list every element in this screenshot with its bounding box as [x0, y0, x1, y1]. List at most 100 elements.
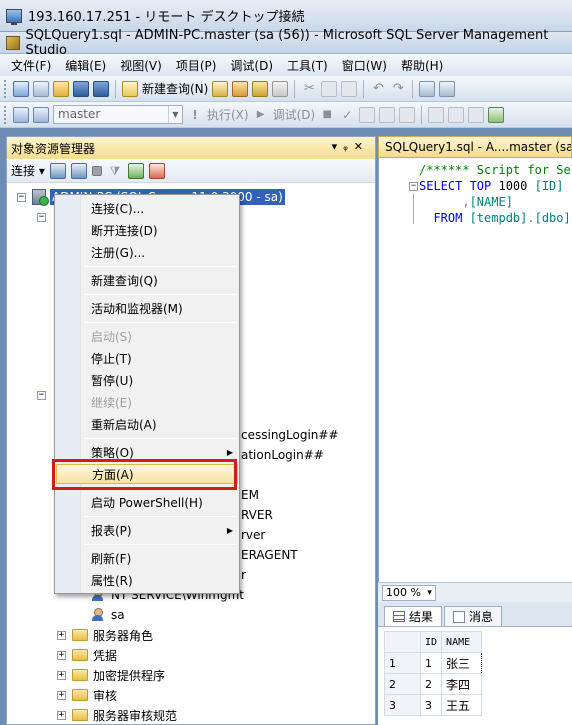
sql-editor[interactable]: − /****** Script for SelectTopNRows comm… — [378, 158, 572, 582]
paste-icon[interactable] — [341, 80, 358, 97]
change-connection-icon[interactable] — [33, 106, 49, 123]
menu-item-properties[interactable]: 属性(R) — [83, 571, 237, 591]
tree-login-sa[interactable]: sa — [91, 605, 125, 625]
tree-login-partial[interactable]: r — [241, 565, 246, 585]
filter-icon[interactable]: ⧩ — [107, 163, 123, 179]
tree-server-roles-node[interactable]: + 服务器角色 — [57, 625, 153, 645]
tab-messages[interactable]: 消息 — [444, 606, 503, 626]
query-designer-icon[interactable] — [379, 106, 396, 123]
menu-item-resume[interactable]: 继续(E) — [83, 393, 237, 413]
menu-item-stop[interactable]: 停止(T) — [83, 349, 237, 369]
close-icon[interactable]: ✕ — [354, 140, 369, 153]
find-icon[interactable] — [439, 80, 456, 97]
debug-play-icon[interactable]: ▶ — [253, 107, 269, 123]
menu-file[interactable]: 文件(F) — [4, 57, 58, 74]
expand-toggle-icon[interactable]: + — [57, 710, 66, 720]
table-row[interactable]: 3 3 王五 — [384, 694, 483, 716]
dmx-query-icon[interactable] — [252, 80, 269, 97]
new-query-icon[interactable] — [122, 80, 138, 97]
cell-id[interactable]: 3 — [419, 694, 443, 716]
redo-icon[interactable]: ↷ — [390, 81, 406, 97]
parse-check-icon[interactable]: ✓ — [339, 107, 355, 123]
menu-item-disconnect[interactable]: 断开连接(D) — [83, 221, 237, 241]
tree-audits-node[interactable]: + 审核 — [57, 685, 117, 705]
tree-login-partial[interactable]: rver — [241, 525, 265, 545]
pin-icon[interactable]: ᵩ — [343, 140, 354, 153]
stop-icon[interactable] — [91, 165, 102, 176]
copy-icon[interactable] — [321, 80, 338, 97]
tab-results[interactable]: 结果 — [384, 606, 443, 626]
cell-name[interactable]: 王五 — [441, 694, 483, 716]
stop-icon[interactable]: ■ — [319, 107, 335, 123]
cut-icon[interactable]: ✂ — [301, 81, 317, 97]
xmla-query-icon[interactable] — [272, 80, 289, 97]
tab-sqlquery1[interactable]: SQLQuery1.sql - A....master (sa (56)) — [378, 136, 572, 158]
intellisense-icon[interactable] — [399, 106, 416, 123]
menu-item-start-powershell[interactable]: 启动 PowerShell(H) — [83, 493, 237, 513]
display-plan-icon[interactable] — [359, 106, 376, 123]
tree-login-partial[interactable]: RVER — [241, 505, 273, 525]
save-all-icon[interactable] — [93, 80, 109, 97]
analysis-query-icon[interactable] — [232, 80, 249, 97]
database-engine-query-icon[interactable] — [212, 80, 229, 97]
collapse-toggle-icon[interactable]: − — [37, 390, 46, 400]
menu-item-activity-monitor[interactable]: 活动和监视器(M) — [83, 299, 237, 319]
debug-button[interactable]: 调试(D) — [273, 106, 316, 123]
cell-id[interactable]: 2 — [419, 673, 443, 695]
refresh-icon[interactable] — [127, 162, 144, 179]
tree-crypto-providers-node[interactable]: + 加密提供程序 — [57, 665, 165, 685]
menu-view[interactable]: 视图(V) — [113, 57, 169, 74]
menu-help[interactable]: 帮助(H) — [394, 57, 450, 74]
chevron-down-icon[interactable]: ▼ — [168, 106, 182, 123]
menu-item-restart[interactable]: 重新启动(A) — [83, 415, 237, 435]
menu-item-reports[interactable]: 报表(P) ▶ — [83, 521, 237, 541]
connect-object-explorer-icon[interactable] — [49, 162, 66, 179]
connect-icon[interactable] — [13, 106, 29, 123]
results-to-text-icon[interactable] — [428, 106, 445, 123]
tree-login-partial[interactable]: ERAGENT — [241, 545, 298, 565]
menu-tools[interactable]: 工具(T) — [280, 57, 335, 74]
tree-login-partial[interactable]: cessingLogin## — [241, 425, 339, 445]
menu-edit[interactable]: 编辑(E) — [58, 57, 113, 74]
panel-dropdown-icon[interactable]: ▾ — [332, 140, 344, 153]
table-row[interactable]: 2 2 李四 — [384, 673, 483, 695]
tree-credentials-node[interactable]: + 凭据 — [57, 645, 117, 665]
row-number[interactable]: 3 — [384, 694, 421, 716]
cell-name[interactable]: 李四 — [441, 673, 483, 695]
menu-item-pause[interactable]: 暂停(U) — [83, 371, 237, 391]
tree-login-partial[interactable]: ationLogin## — [241, 445, 324, 465]
undo-icon[interactable]: ↶ — [370, 81, 386, 97]
open-file-icon[interactable] — [53, 80, 69, 97]
cell-id[interactable]: 1 — [419, 652, 443, 674]
save-icon[interactable] — [73, 80, 89, 97]
disconnect-icon[interactable] — [70, 162, 87, 179]
menu-debug[interactable]: 调试(D) — [223, 57, 280, 74]
menu-item-register[interactable]: 注册(G)... — [83, 243, 237, 263]
available-databases-select[interactable]: master ▼ — [53, 105, 183, 124]
menu-item-new-query[interactable]: 新建查询(Q) — [83, 271, 237, 291]
row-number[interactable]: 1 — [384, 652, 421, 674]
tree-security-node[interactable]: − — [37, 385, 52, 405]
zoom-select[interactable]: 100 % — [382, 584, 436, 601]
expand-toggle-icon[interactable]: + — [57, 670, 66, 680]
column-header-id[interactable]: ID — [419, 631, 443, 653]
outline-collapse-icon[interactable]: − — [409, 182, 418, 191]
menu-item-refresh[interactable]: 刷新(F) — [83, 549, 237, 569]
comment-icon[interactable] — [488, 106, 505, 123]
collapse-toggle-icon[interactable]: − — [17, 192, 26, 202]
expand-toggle-icon[interactable]: + — [57, 690, 66, 700]
results-to-file-icon[interactable] — [468, 106, 485, 123]
results-to-grid-icon[interactable] — [448, 106, 465, 123]
menu-window[interactable]: 窗口(W) — [335, 57, 394, 74]
activity-monitor-icon[interactable] — [148, 162, 165, 179]
new-query-button[interactable]: 新建查询(N) — [142, 80, 208, 97]
toolbar-grip[interactable] — [4, 79, 7, 98]
cell-name[interactable]: 张三 — [441, 652, 483, 674]
tree-login-partial[interactable]: EM — [241, 485, 259, 505]
collapse-toggle-icon[interactable]: − — [37, 212, 46, 222]
results-grid[interactable]: ID NAME 1 1 张三 2 2 李四 3 3 王五 — [384, 631, 483, 716]
new-project-icon[interactable] — [13, 80, 29, 97]
column-header-name[interactable]: NAME — [441, 631, 483, 653]
expand-toggle-icon[interactable]: + — [57, 630, 66, 640]
execute-button[interactable]: 执行(X) — [207, 106, 249, 123]
